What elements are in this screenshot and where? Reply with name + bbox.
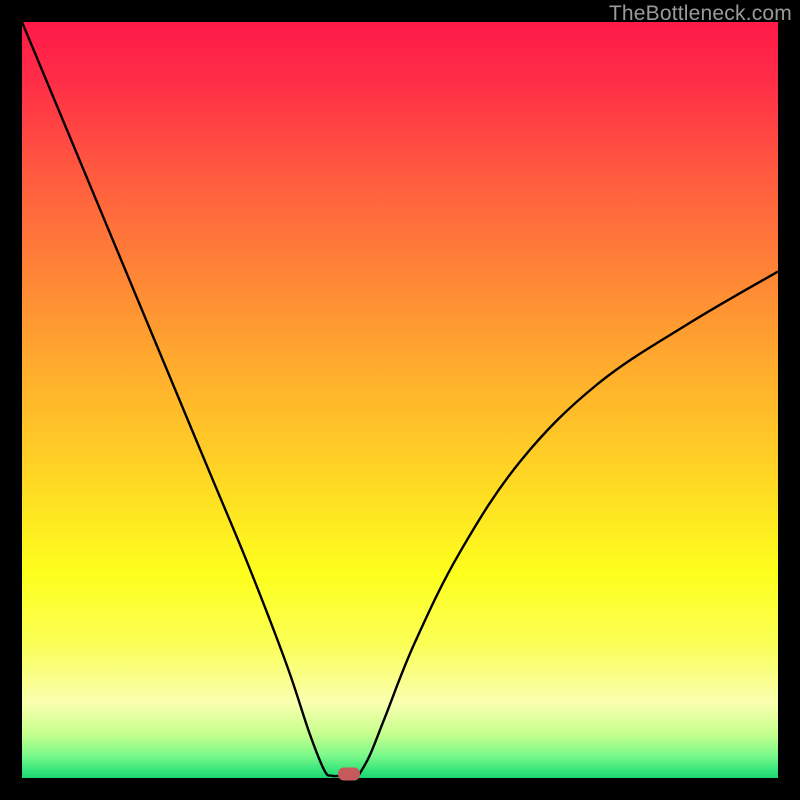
curve-left-branch: [22, 22, 340, 776]
bottleneck-curve: [22, 22, 778, 778]
curve-right-branch: [358, 271, 778, 775]
watermark-text: TheBottleneck.com: [609, 2, 792, 26]
optimal-point-marker: [338, 768, 360, 781]
chart-plot-area: [22, 22, 778, 778]
